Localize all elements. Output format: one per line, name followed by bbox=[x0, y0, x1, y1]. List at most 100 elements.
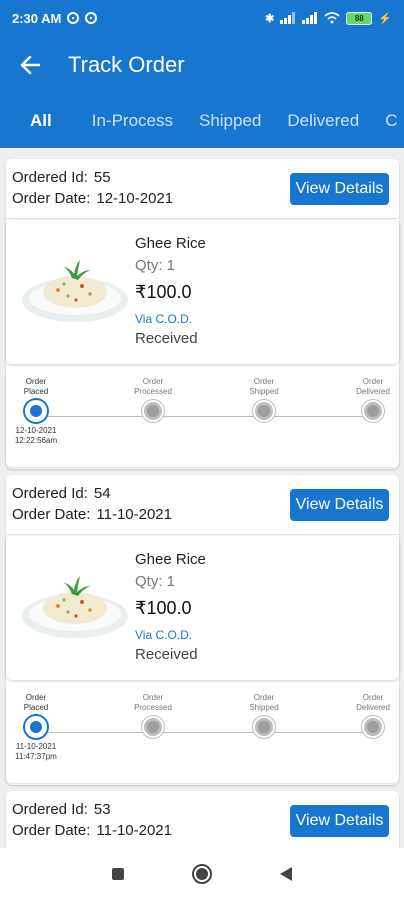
status-bar: 2:30 AM ✱ 88 ⚡ bbox=[0, 0, 404, 36]
step-label: Placed bbox=[23, 703, 49, 712]
step-order-placed: Order Placed 12-10-2021 12:22:56am bbox=[6, 375, 66, 446]
order-status: Received bbox=[135, 646, 198, 663]
order-header: Ordered Id: 53 Order Date: 11-10-2021 View… bbox=[6, 791, 399, 848]
order-id-label: Ordered Id: bbox=[12, 485, 88, 502]
home-button[interactable] bbox=[190, 862, 214, 886]
step-date: 11-10-2021 bbox=[15, 742, 57, 751]
order-date-label: Order Date: bbox=[12, 506, 91, 523]
order-card: Ordered Id: 53 Order Date: 11-10-2021 View… bbox=[6, 791, 399, 848]
step-label: Shipped bbox=[249, 703, 279, 712]
step-label: Placed bbox=[23, 387, 49, 396]
step-pending-icon bbox=[253, 716, 275, 738]
order-header: Ordered Id: 55 Order Date: 12-10-2021 View… bbox=[6, 159, 399, 219]
signal-icon bbox=[302, 12, 318, 24]
step-active-icon bbox=[25, 400, 47, 422]
step-order-shipped: Order Shipped bbox=[234, 691, 294, 738]
step-pending-icon bbox=[362, 400, 384, 422]
view-details-button[interactable]: View Details bbox=[290, 489, 389, 521]
payment-method: Via C.O.D. bbox=[135, 628, 193, 642]
progress-line bbox=[48, 416, 368, 417]
step-label: Delivered bbox=[356, 703, 390, 712]
step-pending-icon bbox=[142, 716, 164, 738]
view-details-button[interactable]: View Details bbox=[290, 173, 389, 205]
order-date: 11-10-2021 bbox=[96, 822, 172, 839]
order-date-label: Order Date: bbox=[12, 190, 91, 207]
order-date-label: Order Date: bbox=[12, 822, 91, 839]
item-name: Ghee Rice bbox=[135, 235, 206, 252]
tab-all[interactable]: All bbox=[0, 94, 72, 148]
step-pending-icon bbox=[142, 400, 164, 422]
item-name: Ghee Rice bbox=[135, 551, 206, 568]
step-label: Processed bbox=[134, 387, 172, 396]
step-active-icon bbox=[25, 716, 47, 738]
order-id-label: Ordered Id: bbox=[12, 169, 88, 186]
notification-icon bbox=[67, 12, 80, 24]
tab-in-process[interactable]: In-Process bbox=[72, 94, 186, 148]
status-time: 2:30 AM bbox=[12, 10, 62, 26]
signal-icon bbox=[280, 12, 296, 24]
view-details-button[interactable]: View Details bbox=[290, 805, 389, 837]
notification-icon bbox=[85, 12, 98, 24]
app-bar: Track Order bbox=[0, 36, 404, 94]
order-id: 54 bbox=[93, 485, 111, 502]
tab-shipped[interactable]: Shipped bbox=[186, 94, 274, 148]
step-order-processed: Order Processed bbox=[123, 691, 183, 738]
order-status: Received bbox=[135, 330, 198, 347]
page-title: Track Order bbox=[68, 52, 185, 77]
ghee-rice-image bbox=[22, 260, 128, 322]
system-navigation-bar bbox=[0, 848, 404, 900]
progress-line bbox=[48, 732, 368, 733]
step-time: 12:22:56am bbox=[14, 436, 58, 445]
item-quantity: Qty: 1 bbox=[135, 257, 176, 274]
order-id: 55 bbox=[93, 169, 111, 186]
step-label: Order bbox=[25, 693, 47, 702]
item-price: ₹100.0 bbox=[135, 282, 192, 302]
order-id-label: Ordered Id: bbox=[12, 801, 88, 818]
arrow-left-icon bbox=[20, 56, 40, 74]
system-back-button[interactable] bbox=[274, 862, 298, 886]
item-price: ₹100.0 bbox=[135, 598, 192, 618]
charging-icon: ⚡ bbox=[378, 12, 392, 25]
order-progress-tracker: Order Placed 11-10-2021 11:47:37pm Order Pr… bbox=[6, 683, 399, 783]
ghee-rice-image bbox=[22, 576, 128, 638]
step-label: Order bbox=[362, 693, 384, 702]
triangle-back-icon bbox=[280, 867, 292, 881]
order-card: Ordered Id: 54 Order Date: 11-10-2021 View… bbox=[6, 475, 399, 785]
circle-icon bbox=[192, 864, 212, 884]
wifi-icon bbox=[324, 12, 340, 24]
step-label: Order bbox=[25, 377, 47, 386]
step-order-shipped: Order Shipped bbox=[234, 375, 294, 422]
tab-bar: All In-Process Shipped Delivered C bbox=[0, 94, 404, 148]
tab-delivered[interactable]: Delivered bbox=[274, 94, 372, 148]
order-header: Ordered Id: 54 Order Date: 11-10-2021 View… bbox=[6, 475, 399, 535]
item-quantity: Qty: 1 bbox=[135, 573, 176, 590]
back-button[interactable] bbox=[0, 36, 60, 94]
step-time: 11:47:37pm bbox=[15, 752, 57, 761]
step-label: Order bbox=[253, 693, 275, 702]
order-date: 12-10-2021 bbox=[96, 190, 174, 207]
step-label: Order bbox=[253, 377, 275, 386]
step-label: Order bbox=[142, 377, 164, 386]
step-order-placed: Order Placed 11-10-2021 11:47:37pm bbox=[6, 691, 66, 762]
step-label: Order bbox=[142, 693, 164, 702]
step-order-delivered: Order Delivered bbox=[343, 375, 403, 422]
orders-list[interactable]: Ordered Id: 55 Order Date: 12-10-2021 View… bbox=[0, 148, 404, 848]
recents-button[interactable] bbox=[106, 862, 130, 886]
order-id: 53 bbox=[93, 801, 111, 818]
step-label: Delivered bbox=[356, 387, 390, 396]
step-order-delivered: Order Delivered bbox=[343, 691, 403, 738]
order-card: Ordered Id: 55 Order Date: 12-10-2021 View… bbox=[6, 159, 399, 469]
bluetooth-icon: ✱ bbox=[265, 12, 275, 25]
battery-icon: 88 bbox=[346, 11, 373, 25]
order-item[interactable]: Ghee Rice Qty: 1 ₹100.0 Via C.O.D. Recei… bbox=[6, 220, 399, 364]
step-date: 12-10-2021 bbox=[15, 426, 57, 435]
step-pending-icon bbox=[362, 716, 384, 738]
step-label: Order bbox=[362, 377, 384, 386]
order-progress-tracker: Order Placed 12-10-2021 12:22:56am Order Pr… bbox=[6, 367, 399, 467]
step-label: Shipped bbox=[249, 387, 279, 396]
tab-cancelled[interactable]: C bbox=[372, 94, 404, 148]
step-order-processed: Order Processed bbox=[123, 375, 183, 422]
order-item[interactable]: Ghee Rice Qty: 1 ₹100.0 Via C.O.D. Recei… bbox=[6, 536, 399, 680]
payment-method: Via C.O.D. bbox=[135, 312, 193, 326]
order-date: 11-10-2021 bbox=[96, 506, 172, 523]
